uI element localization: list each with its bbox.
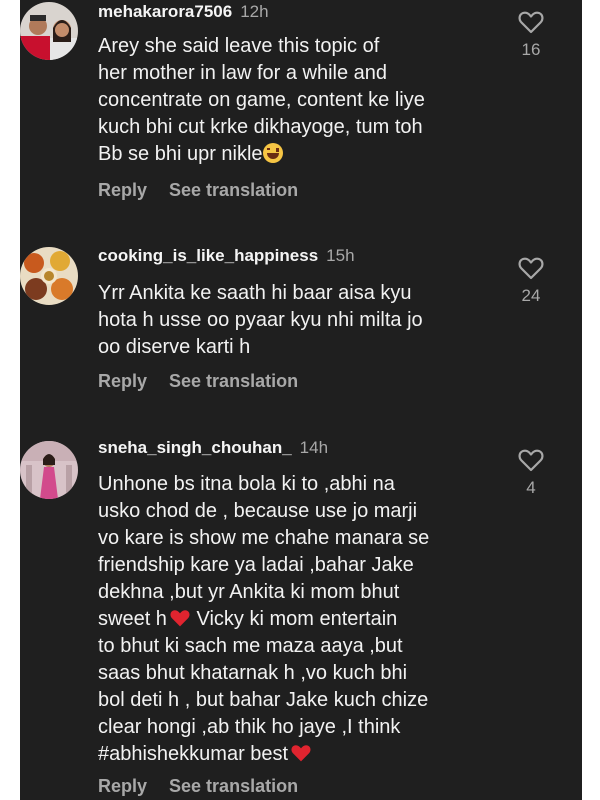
avatar[interactable]: [20, 247, 78, 305]
like-count: 24: [521, 286, 541, 305]
comment-line: dekhna ,but yr Ankita ki mom bhut: [98, 581, 400, 603]
comment-line: kuch bhi cut krke dikhayoge, tum toh: [98, 116, 423, 138]
comment-line: vo kare is show me chahe manara se: [98, 527, 430, 549]
comment-line: friendship kare ya ladai ,bahar Jake: [98, 554, 414, 576]
comment-line: saas bhut khatarnak h ,vo kuch bhi: [98, 662, 408, 684]
avatar[interactable]: [20, 2, 78, 60]
timestamp: 14h: [299, 438, 329, 457]
comment-line: Bb se bhi upr nikle: [98, 141, 498, 168]
like-count: 4: [526, 478, 536, 497]
comment-line: oo diserve karti h: [98, 336, 251, 358]
comment-line: concentrate on game, content ke liye: [98, 89, 425, 111]
reply-button[interactable]: Reply: [98, 776, 147, 796]
comment-line: to bhut ki sach me maza aaya ,but: [98, 635, 403, 657]
see-translation-button[interactable]: See translation: [169, 371, 298, 391]
comment-text: Arey she said leave this topic of her mo…: [98, 33, 498, 168]
comment-line: Unhone bs itna bola ki to ,abhi na: [98, 473, 395, 495]
comment-text: Unhone bs itna bola ki to ,abhi na usko …: [98, 471, 498, 768]
red-heart-emoji-icon: [291, 745, 311, 762]
comment-header: cooking_is_like_happiness 15h: [98, 246, 355, 266]
like-control: 16: [516, 10, 546, 60]
reply-button[interactable]: Reply: [98, 371, 147, 391]
username[interactable]: cooking_is_like_happiness: [98, 246, 318, 265]
comment-line-text: Bb se bhi upr nikle: [98, 143, 263, 165]
see-translation-button[interactable]: See translation: [169, 180, 298, 200]
heart-outline-icon[interactable]: [518, 448, 544, 472]
comment-line: hota h usse oo pyaar kyu nhi milta jo: [98, 309, 423, 331]
comment-line: #abhishekkumar best: [98, 741, 498, 768]
timestamp: 15h: [326, 246, 355, 265]
comments-panel: mehakarora7506 12h Arey she said leave th…: [20, 0, 582, 800]
see-translation-button[interactable]: See translation: [169, 776, 298, 796]
comment-line: sweet h Vicky ki mom entertain: [98, 606, 498, 633]
comment-line: usko chod de , because use jo marji: [98, 500, 418, 522]
reply-button[interactable]: Reply: [98, 180, 147, 200]
comment-line: Arey she said leave this topic of: [98, 35, 380, 57]
like-control: 4: [516, 448, 546, 498]
comment-line: her mother in law for a while and: [98, 62, 388, 84]
comment-line-text: Vicky ki mom entertain: [190, 608, 398, 630]
comment-text: Yrr Ankita ke saath hi baar aisa kyu hot…: [98, 280, 498, 361]
comment-line-text: sweet h: [98, 608, 167, 630]
comment-line: bol deti h , but bahar Jake kuch chize: [98, 689, 429, 711]
comment-actions: Reply See translation: [98, 180, 298, 201]
comment-header: sneha_singh_chouhan_ 14h: [98, 438, 328, 458]
username[interactable]: mehakarora7506: [98, 2, 232, 21]
comment-line: Yrr Ankita ke saath hi baar aisa kyu: [98, 282, 412, 304]
like-count: 16: [521, 40, 541, 59]
comment-line-text: #abhishekkumar best: [98, 743, 289, 765]
like-control: 24: [516, 256, 546, 306]
heart-outline-icon[interactable]: [518, 10, 544, 34]
comment-line: clear hongi ,ab thik ho jaye ,I think: [98, 716, 401, 738]
comment-header: mehakarora7506 12h: [98, 2, 269, 22]
avatar[interactable]: [20, 441, 78, 499]
comment-actions: Reply See translation: [98, 371, 298, 392]
heart-outline-icon[interactable]: [518, 256, 544, 280]
timestamp: 12h: [240, 2, 269, 21]
username[interactable]: sneha_singh_chouhan_: [98, 438, 292, 457]
red-heart-emoji-icon: [170, 610, 190, 627]
comment-actions: Reply See translation: [98, 776, 298, 797]
laughing-emoji-icon: [262, 143, 283, 163]
